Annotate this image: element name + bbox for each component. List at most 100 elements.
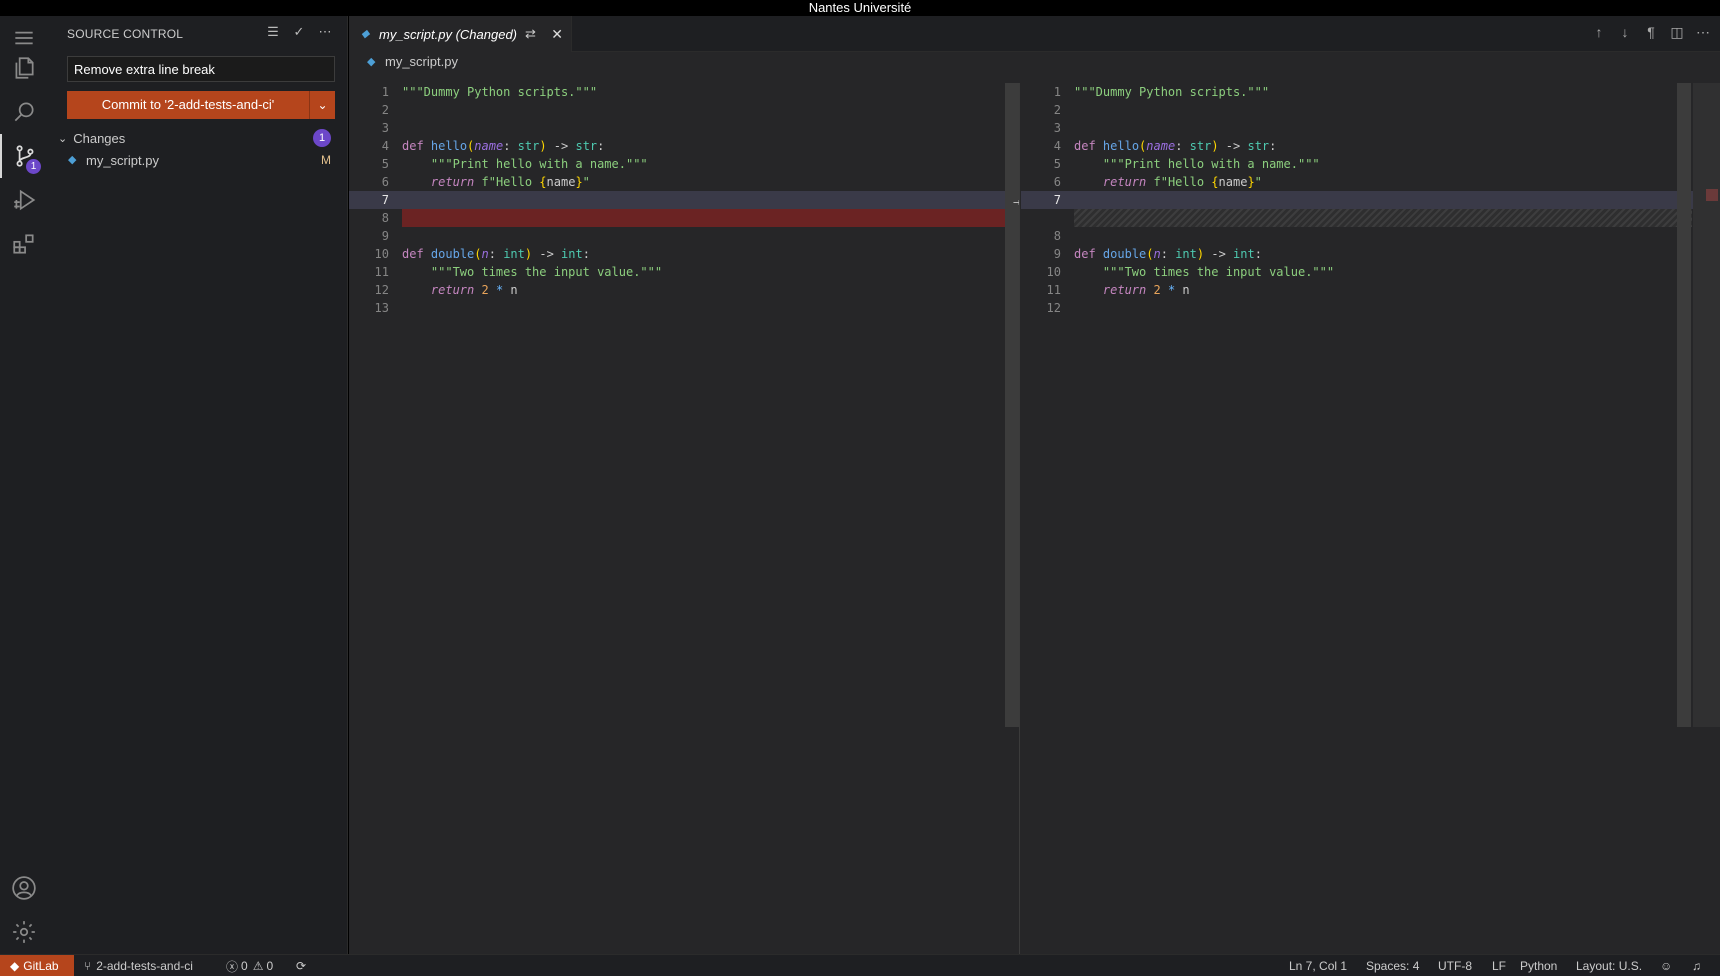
gitlab-status-item[interactable]: ◆ GitLab [0,955,74,976]
commit-button-group: Commit to '2-add-tests-and-ci' ⌄ [67,91,335,119]
editor-tabs: ◆ my_script.py (Changed) ⇄ ✕ ↑ ↓ ¶ ◫ ⋯ [349,16,1720,52]
line-number: 6 [1053,175,1061,189]
explorer-icon[interactable] [0,46,48,90]
scrollbar[interactable] [1677,83,1691,727]
error-count: 0 [241,959,248,973]
line-number: 11 [374,265,389,279]
line-number: 9 [381,229,389,243]
window-title-bar: Nantes Université [0,0,1720,16]
cursor-position[interactable]: Ln 7, Col 1 [1289,955,1347,976]
branch-status-item[interactable]: ⑂ 2-add-tests-and-ci [84,955,193,976]
breadcrumb-file: my_script.py [385,54,458,69]
end-of-line[interactable]: LF [1492,955,1506,976]
line-number: 5 [381,157,389,171]
line-number: 1 [381,85,389,99]
line-number: 7 [1053,193,1061,207]
original-pane[interactable]: 1 """Dummy Python scripts.""" 2 3 4 def he… [349,83,1020,954]
code-line: def hello(name: str) -> str: [1074,139,1277,153]
keyboard-layout[interactable]: Layout: U.S. [1576,955,1642,976]
line-number: 9 [1053,247,1061,261]
language-mode[interactable]: Python [1520,955,1557,976]
whitespace-toggle-icon[interactable]: ¶ [1644,24,1658,42]
next-change-icon[interactable]: ↓ [1618,24,1632,42]
line-number: 4 [1053,139,1061,153]
problems-status-item[interactable]: ⓧ 0 ⚠ 0 [226,955,273,976]
tab-title: my_script.py (Changed) [379,26,517,42]
panel-title: SOURCE CONTROL [67,27,184,41]
scrollbar[interactable] [1005,83,1019,727]
window-title: Nantes Université [808,0,912,15]
line-number: 1 [1053,85,1061,99]
code-line: """Dummy Python scripts.""" [1074,85,1270,99]
diff-placeholder [1074,209,1692,227]
more-actions-icon[interactable]: ⋯ [1696,24,1710,42]
more-actions-icon[interactable]: ⋯ [317,24,333,40]
line-number: 2 [1053,103,1061,117]
code-line: """Print hello with a name.""" [1102,157,1320,171]
code-line: """Two times the input value.""" [430,265,663,279]
line-number: 10 [374,247,389,261]
commit-dropdown-chevron-icon[interactable]: ⌄ [309,91,335,119]
line-number: 12 [1046,301,1061,315]
encoding[interactable]: UTF-8 [1438,955,1472,976]
python-file-icon: ◆ [361,28,370,40]
status-bar: ◆ GitLab ⑂ 2-add-tests-and-ci ⓧ 0 ⚠ 0 ⟳ … [0,954,1720,976]
previous-change-icon[interactable]: ↑ [1592,24,1606,42]
breadcrumb[interactable]: ◆ my_script.py [367,54,458,69]
line-number: 6 [381,175,389,189]
diff-editor: ◆ my_script.py (Changed) ⇄ ✕ ↑ ↓ ¶ ◫ ⋯ ◆… [349,16,1720,954]
commit-button[interactable]: Commit to '2-add-tests-and-ci' [67,91,309,119]
view-as-tree-icon[interactable]: ☰ [265,24,281,40]
line-number: 8 [381,211,389,225]
chevron-down-icon: ⌄ [58,132,68,145]
settings-gear-icon[interactable] [0,910,48,954]
code-line: def hello(name: str) -> str: [402,139,605,153]
code-line: return 2 * n [1102,283,1190,297]
overview-ruler [1693,83,1720,727]
split-editor-icon[interactable]: ◫ [1670,24,1684,42]
line-number: 13 [374,301,389,315]
line-number: 8 [1053,229,1061,243]
changed-file-item[interactable]: ◆ my_script.py M [68,150,348,170]
file-name: my_script.py [86,152,159,168]
python-file-icon: ◆ [367,55,376,68]
gitlab-label: GitLab [23,959,59,973]
code-line: def double(n: int) -> int: [1074,247,1262,261]
notifications-bell-icon[interactable]: ♫ [1692,955,1701,976]
modified-pane[interactable]: 1 """Dummy Python scripts.""" 2 3 4 def he… [1021,83,1720,954]
code-line: def double(n: int) -> int: [402,247,590,261]
indentation[interactable]: Spaces: 4 [1366,955,1419,976]
deletion-marker [1706,189,1718,201]
code-line: """Print hello with a name.""" [430,157,648,171]
file-status-badge: M [321,153,331,167]
extensions-icon[interactable] [0,222,48,266]
changes-group-header[interactable]: ⌄ Changes 1 [58,128,348,148]
warning-count: 0 [266,959,274,973]
compare-icon[interactable]: ⇄ [525,26,536,42]
run-debug-icon[interactable] [0,178,48,222]
live-share-icon[interactable]: ⟳ [296,955,306,976]
commit-check-icon[interactable]: ✓ [291,24,307,40]
commit-message-input[interactable]: Remove extra line break [67,56,335,82]
tab-my-script-diff[interactable]: ◆ my_script.py (Changed) ⇄ ✕ [349,16,572,52]
revert-arrow-icon[interactable]: → [1013,195,1019,210]
account-icon[interactable] [0,866,48,910]
line-number: 3 [1053,121,1061,135]
search-icon[interactable] [0,90,48,134]
code-line: return 2 * n [430,283,518,297]
line-number: 5 [1053,157,1061,171]
line-number: 12 [374,283,389,297]
code-line: """Two times the input value.""" [1102,265,1335,279]
line-number: 11 [1046,283,1061,297]
branch-icon: ⑂ [84,959,92,973]
python-file-icon: ◆ [68,154,77,166]
branch-name: 2-add-tests-and-ci [96,959,193,973]
line-number: 4 [381,139,389,153]
source-control-icon[interactable]: 1 [0,134,48,178]
close-icon[interactable]: ✕ [551,26,563,43]
scm-badge: 1 [26,159,41,174]
source-control-panel: SOURCE CONTROL ☰ ✓ ⋯ Remove extra line b… [48,16,348,954]
feedback-icon[interactable]: ☺ [1660,955,1672,976]
code-line: return f"Hello {name}" [1102,175,1262,189]
changes-label: Changes [73,130,126,146]
